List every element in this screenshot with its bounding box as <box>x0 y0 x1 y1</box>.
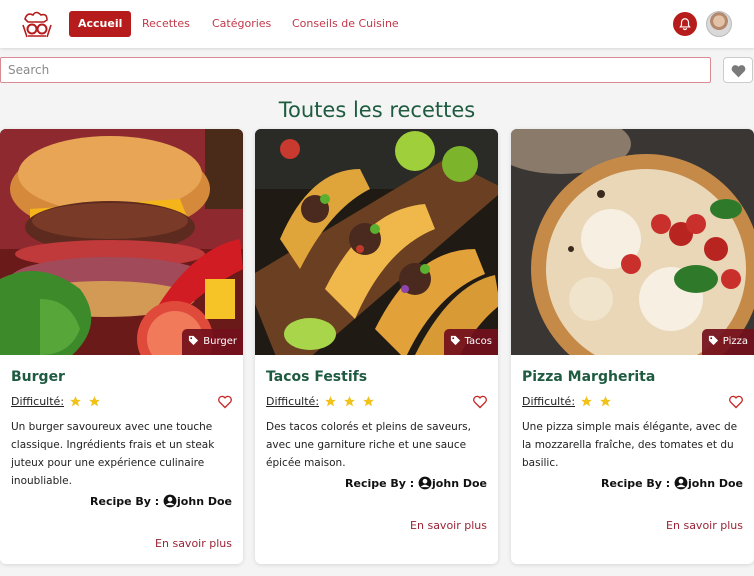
bell-icon[interactable] <box>673 12 697 36</box>
recipe-by-label: Recipe By : <box>90 495 160 508</box>
star-icon <box>581 396 592 407</box>
star-icon <box>344 396 355 407</box>
recipe-by-label: Recipe By : <box>345 477 415 490</box>
burger-image: Burger <box>0 129 243 355</box>
nav-accueil[interactable]: Accueil <box>69 11 132 37</box>
chef-logo-icon[interactable] <box>20 9 54 39</box>
page-title: Toutes les recettes <box>278 98 476 122</box>
read-more-link[interactable]: En savoir plus <box>155 537 232 550</box>
recipe-author: Recipe By : john Doe <box>90 494 232 508</box>
recipe-description: Une pizza simple mais élégante, avec de … <box>522 421 738 469</box>
author-name: john Doe <box>432 477 487 490</box>
category-tag: Burger <box>182 329 243 355</box>
recipe-description: Un burger savoureux avec une touche clas… <box>11 421 215 487</box>
difficulty-label: Difficulté: <box>11 395 65 408</box>
heart-icon <box>731 64 745 77</box>
category-tag: Tacos <box>443 329 498 355</box>
user-avatar[interactable] <box>706 11 732 37</box>
star-icon <box>600 396 611 407</box>
difficulty-row: Difficulté: <box>11 395 107 408</box>
recipe-description: Des tacos colorés et pleins de saveurs, … <box>266 421 471 469</box>
difficulty-label: Difficulté: <box>266 395 320 408</box>
difficulty-row: Difficulté: <box>522 395 618 408</box>
author-name: john Doe <box>177 495 232 508</box>
top-navbar: Accueil Recettes Catégories Conseils de … <box>0 0 754 48</box>
tacos-image: Tacos <box>255 129 498 355</box>
recipe-author: Recipe By : john Doe <box>601 476 743 490</box>
recipe-title[interactable]: Tacos Festifs <box>266 369 367 385</box>
heart-outline-icon[interactable] <box>728 394 744 410</box>
search-input[interactable] <box>0 57 711 83</box>
recipe-card[interactable]: Burger Burger Difficulté: Un burger savo… <box>0 129 243 564</box>
nav-recettes[interactable]: Recettes <box>142 11 190 37</box>
star-icon <box>363 396 374 407</box>
recipe-card[interactable]: Tacos Tacos Festifs Difficulté: Des taco… <box>255 129 498 564</box>
star-icon <box>70 396 81 407</box>
user-circle-icon <box>163 494 177 508</box>
difficulty-label: Difficulté: <box>522 395 576 408</box>
heart-outline-icon[interactable] <box>217 394 233 410</box>
user-circle-icon <box>418 476 432 490</box>
tag-icon <box>450 335 460 346</box>
heart-outline-icon[interactable] <box>472 394 488 410</box>
nav-categories[interactable]: Catégories <box>212 11 271 37</box>
tag-icon <box>708 335 718 346</box>
star-icon <box>325 396 336 407</box>
tag-icon <box>189 335 199 346</box>
favorites-button[interactable] <box>723 57 753 83</box>
author-name: john Doe <box>688 477 743 490</box>
recipe-author: Recipe By : john Doe <box>345 476 487 490</box>
category-tag-label: Tacos <box>464 336 492 347</box>
category-tag: Pizza <box>701 329 754 355</box>
read-more-link[interactable]: En savoir plus <box>410 519 487 532</box>
category-tag-label: Burger <box>203 336 237 347</box>
recipe-title[interactable]: Burger <box>11 369 65 385</box>
difficulty-row: Difficulté: <box>266 395 381 408</box>
pizza-image: Pizza <box>511 129 754 355</box>
nav-conseils-de-cuisine[interactable]: Conseils de Cuisine <box>292 11 399 37</box>
category-tag-label: Pizza <box>722 336 748 347</box>
recipe-by-label: Recipe By : <box>601 477 671 490</box>
user-circle-icon <box>674 476 688 490</box>
recipe-title[interactable]: Pizza Margherita <box>522 369 655 385</box>
star-icon <box>89 396 100 407</box>
recipe-card[interactable]: Pizza Pizza Margherita Difficulté: Une p… <box>511 129 754 564</box>
read-more-link[interactable]: En savoir plus <box>666 519 743 532</box>
